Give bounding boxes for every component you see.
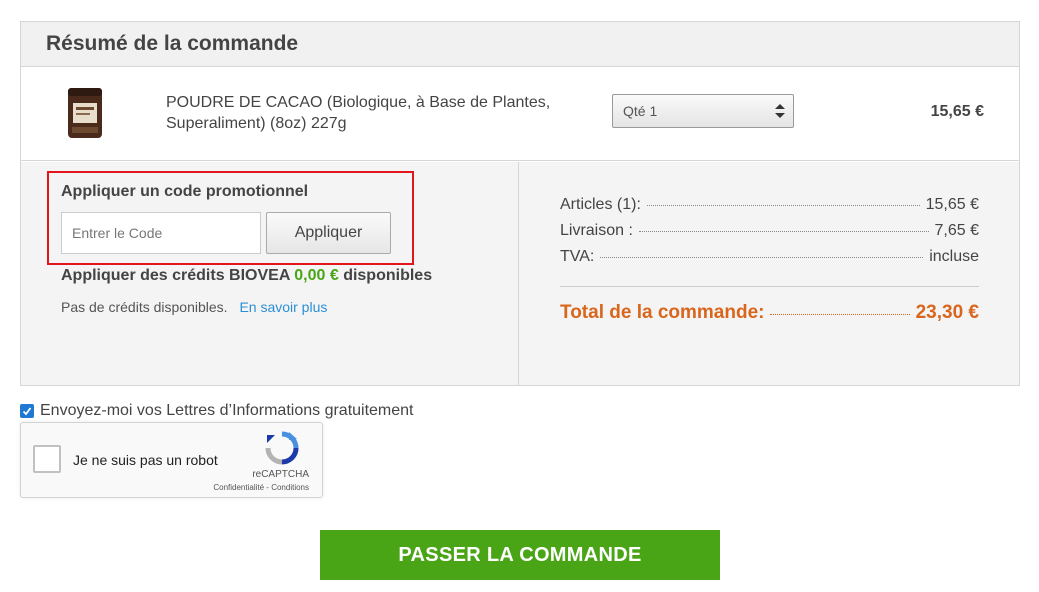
item-price: 15,65 €: [930, 103, 984, 120]
dotted-leader: [646, 205, 920, 206]
totals-divider: [560, 286, 979, 287]
recaptcha-privacy-link[interactable]: Confidentialité: [213, 483, 264, 492]
newsletter-option[interactable]: Envoyez-moi vos Lettres d’Informations g…: [20, 402, 414, 420]
vat-label: TVA:: [560, 248, 595, 265]
totals-column: Articles (1): 15,65 € Livraison : 7,65 €…: [560, 162, 979, 385]
vat-row: TVA: incluse: [560, 248, 979, 266]
dotted-leader: [770, 314, 910, 315]
recaptcha-brand: reCAPTCHA: [252, 469, 309, 480]
order-summary-title: Résumé de la commande: [46, 32, 299, 55]
order-summary-header: Résumé de la commande: [21, 22, 1019, 67]
newsletter-checkbox[interactable]: [20, 404, 34, 418]
no-credits-text: Pas de crédits disponibles.: [61, 299, 228, 315]
apply-promo-button[interactable]: Appliquer: [266, 212, 391, 254]
place-order-button[interactable]: PASSER LA COMMANDE: [320, 530, 720, 580]
articles-label: Articles (1):: [560, 196, 641, 213]
dotted-leader: [600, 257, 924, 258]
articles-row: Articles (1): 15,65 €: [560, 196, 979, 214]
recaptcha-label: Je ne suis pas un robot: [73, 452, 218, 468]
articles-value: 15,65 €: [925, 196, 979, 213]
select-arrows-icon: [775, 104, 785, 118]
recaptcha-widget: Je ne suis pas un robot reCAPTCHA Confid…: [20, 422, 323, 498]
checkmark-icon: [22, 407, 32, 416]
credits-line: Appliquer des crédits BIOVEA 0,00 € disp…: [61, 267, 432, 285]
promo-code-input[interactable]: [61, 212, 261, 254]
recaptcha-terms-link[interactable]: Conditions: [271, 483, 309, 492]
shipping-value: 7,65 €: [934, 222, 979, 239]
quantity-value: Qté 1: [623, 103, 658, 119]
order-total-row: Total de la commande: 23,30 €: [560, 302, 979, 324]
quantity-select[interactable]: Qté 1: [612, 94, 794, 128]
credits-prefix: Appliquer des crédits BIOVEA: [61, 267, 290, 284]
shipping-label: Livraison :: [560, 222, 633, 239]
promo-title: Appliquer un code promotionnel: [61, 183, 309, 200]
product-name[interactable]: POUDRE DE CACAO (Biologique, à Base de P…: [166, 92, 586, 134]
recaptcha-checkbox[interactable]: [33, 445, 61, 473]
learn-more-link[interactable]: En savoir plus: [239, 299, 327, 315]
order-total-label: Total de la commande:: [560, 302, 765, 323]
shipping-row: Livraison : 7,65 €: [560, 222, 979, 240]
no-credits-line: Pas de crédits disponibles. En savoir pl…: [61, 299, 327, 315]
recaptcha-links: Confidentialité - Conditions: [213, 483, 309, 492]
order-summary-panel: Résumé de la commande POUDRE DE CACAO (B…: [20, 21, 1020, 386]
promo-credits-column: Appliquer un code promotionnel Appliquer…: [21, 162, 519, 385]
newsletter-label: Envoyez-moi vos Lettres d’Informations g…: [40, 402, 414, 419]
order-details-area: Appliquer un code promotionnel Appliquer…: [21, 162, 1019, 385]
recaptcha-separator: -: [266, 483, 269, 492]
product-image[interactable]: [66, 87, 104, 139]
recaptcha-logo-icon: [265, 431, 299, 465]
credits-amount: 0,00 €: [294, 267, 339, 284]
vat-value: incluse: [929, 248, 979, 265]
credits-suffix: disponibles: [343, 267, 433, 284]
cart-item-row: POUDRE DE CACAO (Biologique, à Base de P…: [21, 67, 1019, 161]
dotted-leader: [638, 231, 929, 232]
order-total-value: 23,30 €: [915, 302, 979, 323]
